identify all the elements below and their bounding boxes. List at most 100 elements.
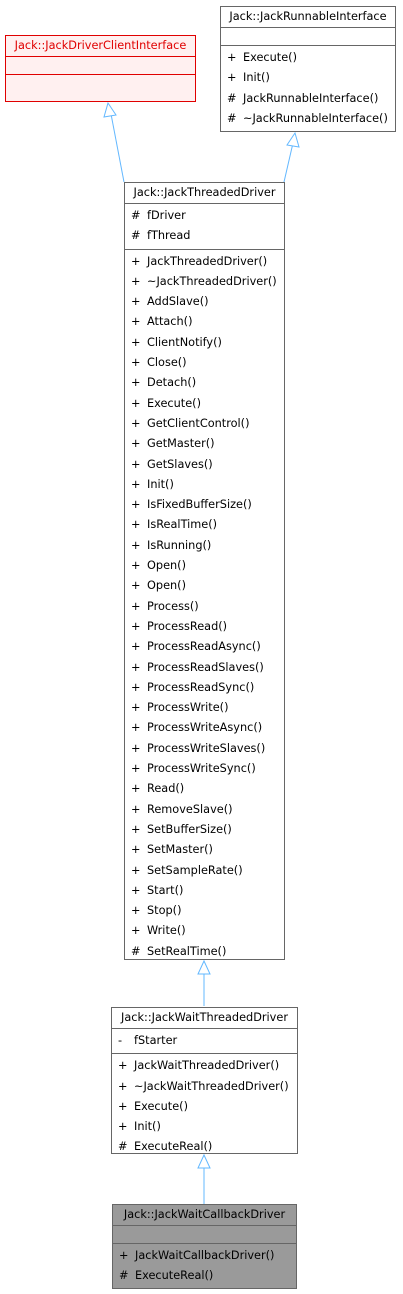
visibility-marker: + xyxy=(131,843,141,857)
method-row[interactable]: + Execute() xyxy=(125,394,284,414)
method-row[interactable]: + JackWaitCallbackDriver() xyxy=(113,1246,296,1266)
method-row[interactable]: + ProcessReadSlaves() xyxy=(125,658,284,678)
method-row[interactable]: + Detach() xyxy=(125,373,284,393)
visibility-marker: + xyxy=(131,335,141,349)
method-row[interactable]: + IsRealTime() xyxy=(125,515,284,535)
class-jackrunnableinterface[interactable]: Jack::JackRunnableInterface+ Execute() + In… xyxy=(220,6,396,132)
method-row[interactable]: + ProcessRead() xyxy=(125,617,284,637)
method-row[interactable]: + ~JackWaitThreadedDriver() xyxy=(112,1077,297,1097)
class-jackthreadeddriver[interactable]: Jack::JackThreadedDriver # fDriver # fThread… xyxy=(124,182,285,960)
edge-threaded-to-runnable xyxy=(283,142,294,183)
visibility-marker: + xyxy=(227,51,237,64)
method-row[interactable]: + SetMaster() xyxy=(125,840,284,860)
method-name: IsRealTime() xyxy=(147,518,218,532)
method-row[interactable]: # ExecuteReal() xyxy=(112,1137,297,1157)
visibility-marker: + xyxy=(131,295,141,309)
method-row[interactable]: + IsFixedBufferSize() xyxy=(125,495,284,515)
method-row[interactable]: + Init() xyxy=(221,68,395,88)
attributes-section xyxy=(6,57,195,75)
attributes-section xyxy=(221,28,395,46)
method-row[interactable]: + ~JackThreadedDriver() xyxy=(125,272,284,292)
attribute-row[interactable]: # fThread xyxy=(125,226,284,246)
attribute-row[interactable]: - fStarter xyxy=(112,1031,297,1051)
method-row[interactable]: + JackWaitThreadedDriver() xyxy=(112,1056,297,1076)
class-jackdriverclientinterface[interactable]: Jack::JackDriverClientInterface xyxy=(5,35,196,102)
attribute-name: fStarter xyxy=(134,1034,178,1047)
method-row[interactable]: + Execute() xyxy=(112,1097,297,1117)
visibility-marker: + xyxy=(131,741,141,755)
visibility-marker: + xyxy=(131,701,141,715)
method-name: IsFixedBufferSize() xyxy=(147,498,252,512)
class-name: Jack::JackRunnableInterface xyxy=(221,7,395,28)
visibility-marker: + xyxy=(131,640,141,654)
method-row[interactable]: + IsRunning() xyxy=(125,536,284,556)
visibility-marker: + xyxy=(131,376,141,390)
method-row[interactable]: + Close() xyxy=(125,353,284,373)
visibility-marker: + xyxy=(131,660,141,674)
method-row[interactable]: + Read() xyxy=(125,779,284,799)
method-name: JackWaitCallbackDriver() xyxy=(135,1249,275,1262)
method-row[interactable]: + Attach() xyxy=(125,312,284,332)
attribute-row[interactable]: # fDriver xyxy=(125,206,284,226)
methods-section: + JackThreadedDriver() + ~JackThreadedDrive… xyxy=(125,250,284,964)
method-row[interactable]: + SetSampleRate() xyxy=(125,861,284,881)
method-row[interactable]: + GetSlaves() xyxy=(125,455,284,475)
method-row[interactable]: + Stop() xyxy=(125,901,284,921)
method-name: SetMaster() xyxy=(147,843,213,857)
visibility-marker: # xyxy=(131,209,141,222)
method-name: Detach() xyxy=(147,376,197,390)
method-row[interactable]: + ProcessWriteSync() xyxy=(125,759,284,779)
attributes-section xyxy=(113,1226,296,1244)
method-name: Execute() xyxy=(134,1099,188,1113)
method-row[interactable]: + Process() xyxy=(125,597,284,617)
method-row[interactable]: + GetClientControl() xyxy=(125,414,284,434)
method-row[interactable]: + ClientNotify() xyxy=(125,333,284,353)
method-row[interactable]: + JackThreadedDriver() xyxy=(125,252,284,272)
visibility-marker: # xyxy=(131,229,141,243)
arrowhead-runnable xyxy=(286,131,300,148)
method-name: ProcessReadAsync() xyxy=(147,640,261,654)
visibility-marker: + xyxy=(131,579,141,593)
method-row[interactable]: + Open() xyxy=(125,576,284,596)
method-row[interactable]: + GetMaster() xyxy=(125,434,284,454)
class-jackwaitcallbackdriver[interactable]: Jack::JackWaitCallbackDriver + JackWaitCal… xyxy=(112,1204,297,1289)
method-row[interactable]: + Start() xyxy=(125,881,284,901)
method-name: ~JackWaitThreadedDriver() xyxy=(134,1079,289,1093)
class-jackwaitthreadeddriver[interactable]: Jack::JackWaitThreadedDriver - fStarter + Ja… xyxy=(111,1007,298,1154)
attributes-section: - fStarter xyxy=(112,1029,297,1055)
method-row[interactable]: # JackRunnableInterface() xyxy=(221,89,395,109)
method-row[interactable]: + ProcessWriteAsync() xyxy=(125,718,284,738)
method-name: SetRealTime() xyxy=(147,944,227,958)
method-name: Stop() xyxy=(147,904,182,918)
visibility-marker: # xyxy=(227,91,237,105)
method-row[interactable]: + ProcessWrite() xyxy=(125,698,284,718)
method-row[interactable]: + AddSlave() xyxy=(125,292,284,312)
method-row[interactable]: + Init() xyxy=(112,1117,297,1137)
method-row[interactable]: + ProcessWriteSlaves() xyxy=(125,739,284,759)
method-row[interactable]: + Execute() xyxy=(221,48,395,68)
attribute-name: fDriver xyxy=(147,209,186,222)
method-row[interactable]: + ProcessReadSync() xyxy=(125,678,284,698)
method-row[interactable]: + Init() xyxy=(125,475,284,495)
method-name: JackWaitThreadedDriver() xyxy=(134,1059,280,1073)
visibility-marker: + xyxy=(131,924,141,938)
method-row[interactable]: + Open() xyxy=(125,556,284,576)
method-name: ProcessWrite() xyxy=(147,701,229,715)
arrowhead-driverclient xyxy=(103,101,117,118)
method-row[interactable]: + Write() xyxy=(125,921,284,941)
method-name: ProcessWriteSync() xyxy=(147,762,256,776)
method-row[interactable]: # SetRealTime() xyxy=(125,942,284,962)
method-name: ProcessWriteAsync() xyxy=(147,721,263,735)
method-row[interactable]: + RemoveSlave() xyxy=(125,800,284,820)
visibility-marker: # xyxy=(227,111,237,125)
method-row[interactable]: + SetBufferSize() xyxy=(125,820,284,840)
visibility-marker: + xyxy=(131,315,141,329)
method-row[interactable]: # ~JackRunnableInterface() xyxy=(221,109,395,129)
visibility-marker: + xyxy=(119,1249,129,1262)
visibility-marker: # xyxy=(118,1140,128,1154)
method-row[interactable]: # ExecuteReal() xyxy=(113,1266,296,1286)
attributes-section: # fDriver # fThread xyxy=(125,204,284,250)
method-row[interactable]: + ProcessReadAsync() xyxy=(125,637,284,657)
visibility-marker: + xyxy=(131,356,141,370)
method-name: ExecuteReal() xyxy=(135,1269,214,1283)
